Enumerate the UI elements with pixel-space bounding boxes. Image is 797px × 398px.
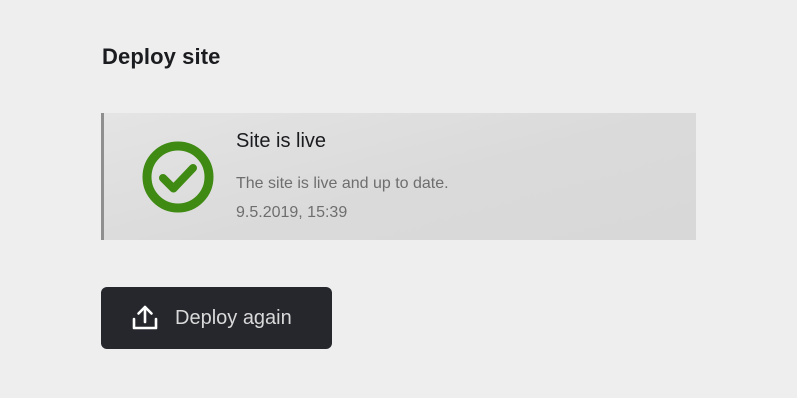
deploy-again-button[interactable]: Deploy again [101, 287, 332, 349]
upload-icon [132, 305, 158, 330]
deploy-again-label: Deploy again [175, 306, 292, 329]
deploy-status-card: Site is live The site is live and up to … [101, 113, 696, 240]
status-timestamp: 9.5.2019, 15:39 [236, 204, 348, 221]
status-title: Site is live [236, 130, 327, 152]
status-message: The site is live and up to date. [236, 175, 449, 192]
page-title: Deploy site [102, 44, 221, 69]
check-circle-icon [142, 141, 214, 213]
